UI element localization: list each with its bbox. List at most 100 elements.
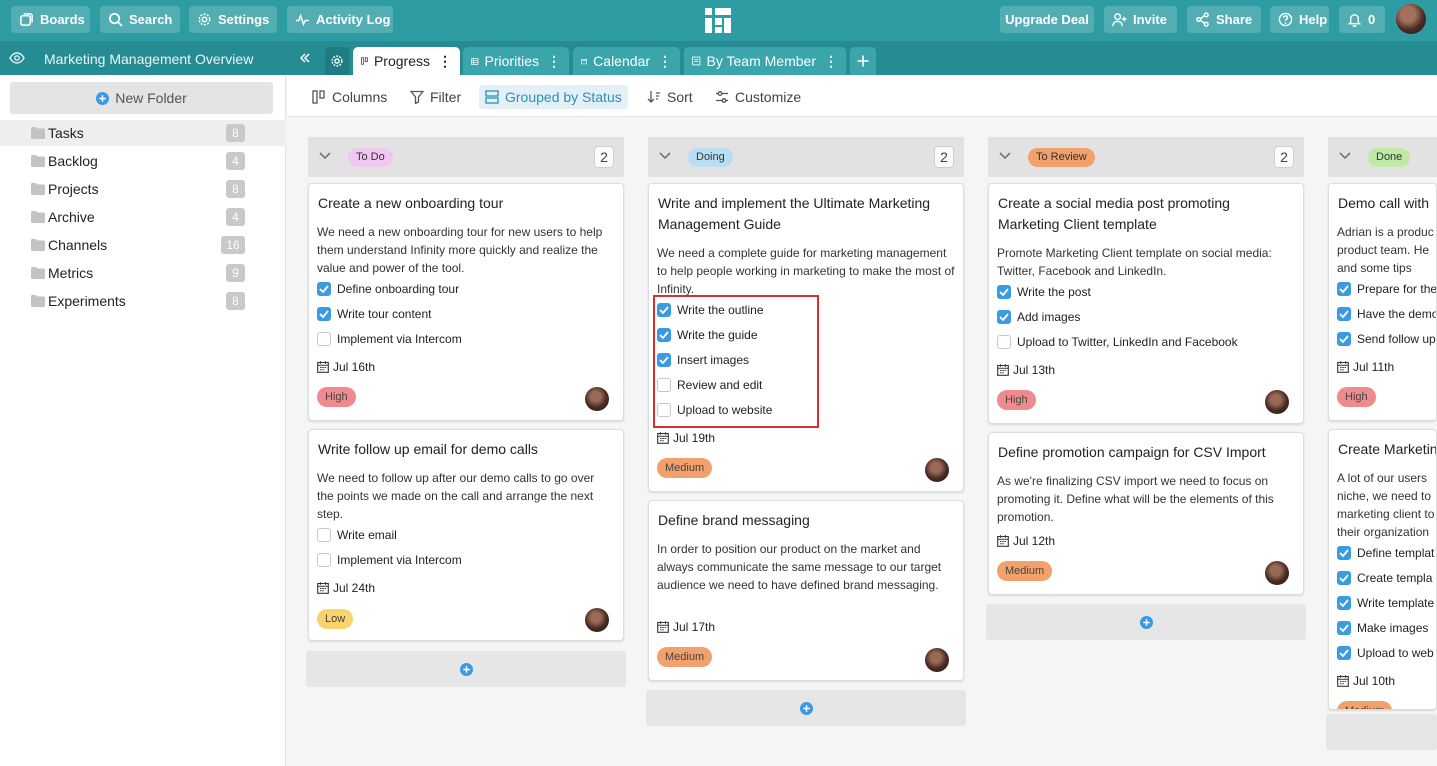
- add-card-button[interactable]: [646, 690, 966, 726]
- settings-button[interactable]: Settings: [189, 6, 277, 33]
- checklist-item[interactable]: Review and edit: [657, 375, 762, 395]
- task-card[interactable]: Create a social media post promoting Mar…: [988, 183, 1304, 424]
- priority-badge[interactable]: Medium: [657, 458, 713, 478]
- checkbox-checked[interactable]: [317, 282, 331, 296]
- sidebar-item-experiments[interactable]: Experiments 8: [0, 288, 286, 314]
- priority-badge[interactable]: Medium: [1337, 701, 1393, 709]
- checklist-item[interactable]: Write the outline: [657, 300, 764, 320]
- group-by-button[interactable]: Grouped by Status: [479, 85, 628, 109]
- view-settings-button[interactable]: [325, 47, 349, 75]
- checklist-item[interactable]: Implement via Intercom: [317, 550, 462, 570]
- assignee-avatar[interactable]: [1265, 390, 1289, 414]
- sort-button[interactable]: Sort: [641, 85, 699, 109]
- checkbox-checked[interactable]: [997, 310, 1011, 324]
- checklist-item[interactable]: Upload to web: [1337, 643, 1434, 663]
- task-card[interactable]: Demo call with Adrian is a produc produc…: [1328, 183, 1437, 421]
- customize-button[interactable]: Customize: [709, 85, 807, 109]
- sidebar-item-projects[interactable]: Projects 8: [0, 176, 286, 202]
- add-card-button[interactable]: [1326, 714, 1437, 750]
- checklist-item[interactable]: Implement via Intercom: [317, 329, 462, 349]
- share-button[interactable]: Share: [1187, 6, 1261, 33]
- priority-badge[interactable]: High: [997, 390, 1036, 410]
- boards-button[interactable]: Boards: [11, 6, 90, 33]
- checklist-item[interactable]: Have the demo: [1337, 304, 1436, 324]
- checklist-item[interactable]: Define onboarding tour: [317, 279, 459, 299]
- checkbox-unchecked[interactable]: [317, 528, 331, 542]
- task-card[interactable]: Define brand messaging In order to posit…: [648, 500, 964, 681]
- checklist-item[interactable]: Create templa: [1337, 568, 1432, 588]
- chevron-down-icon[interactable]: [999, 152, 1011, 160]
- tab-priorities[interactable]: Priorities ⋮: [463, 47, 569, 75]
- assignee-avatar[interactable]: [925, 458, 949, 482]
- task-card[interactable]: Create Marketin A lot of our users niche…: [1328, 429, 1437, 710]
- priority-badge[interactable]: Medium: [657, 647, 713, 667]
- checkbox-checked[interactable]: [657, 303, 671, 317]
- columns-button[interactable]: Columns: [306, 85, 393, 109]
- checkbox-checked[interactable]: [1337, 332, 1351, 346]
- user-avatar[interactable]: [1396, 4, 1426, 34]
- collapse-sidebar-icon[interactable]: [298, 51, 312, 65]
- sidebar-item-archive[interactable]: Archive 4: [0, 204, 286, 230]
- checklist-item[interactable]: Insert images: [657, 350, 749, 370]
- checklist-item[interactable]: Send follow up: [1337, 329, 1436, 349]
- checklist-item[interactable]: Write the post: [997, 282, 1091, 302]
- sidebar-item-tasks[interactable]: Tasks 8: [0, 120, 286, 146]
- checkbox-checked[interactable]: [1337, 282, 1351, 296]
- checkbox-checked[interactable]: [997, 285, 1011, 299]
- sidebar-item-backlog[interactable]: Backlog 4: [0, 148, 286, 174]
- priority-badge[interactable]: High: [317, 387, 356, 407]
- checkbox-checked[interactable]: [1337, 621, 1351, 635]
- assignee-avatar[interactable]: [585, 387, 609, 411]
- checkbox-unchecked[interactable]: [997, 335, 1011, 349]
- tab-by-team-member[interactable]: By Team Member ⋮: [684, 47, 846, 75]
- add-card-button[interactable]: [306, 651, 626, 687]
- checkbox-checked[interactable]: [1337, 546, 1351, 560]
- task-card[interactable]: Create a new onboarding tour We need a n…: [308, 183, 624, 421]
- assignee-avatar[interactable]: [1265, 561, 1289, 585]
- chevron-down-icon[interactable]: [659, 152, 671, 160]
- priority-badge[interactable]: Medium: [997, 561, 1053, 581]
- checkbox-unchecked[interactable]: [657, 403, 671, 417]
- checkbox-checked[interactable]: [1337, 571, 1351, 585]
- checkbox-checked[interactable]: [657, 328, 671, 342]
- eye-icon[interactable]: [9, 51, 25, 65]
- help-button[interactable]: Help: [1270, 6, 1329, 33]
- task-card[interactable]: Write and implement the Ultimate Marketi…: [648, 183, 964, 492]
- new-folder-button[interactable]: New Folder: [10, 82, 273, 114]
- filter-button[interactable]: Filter: [404, 85, 467, 109]
- chevron-down-icon[interactable]: [319, 152, 331, 160]
- checkbox-checked[interactable]: [1337, 596, 1351, 610]
- chevron-down-icon[interactable]: [1339, 152, 1351, 160]
- checkbox-checked[interactable]: [1337, 646, 1351, 660]
- checklist-item[interactable]: Write template: [1337, 593, 1434, 613]
- activity-log-button[interactable]: Activity Log: [287, 6, 393, 33]
- checklist-item[interactable]: Write tour content: [317, 304, 432, 324]
- checklist-item[interactable]: Upload to website: [657, 400, 772, 420]
- tab-menu-icon[interactable]: ⋮: [438, 53, 452, 70]
- tab-menu-icon[interactable]: ⋮: [658, 53, 672, 70]
- sidebar-item-channels[interactable]: Channels 16: [0, 232, 286, 258]
- checkbox-unchecked[interactable]: [317, 553, 331, 567]
- checklist-item[interactable]: Prepare for the: [1337, 279, 1436, 299]
- checklist-item[interactable]: Define templat: [1337, 543, 1434, 563]
- column-header-doing[interactable]: Doing 2: [648, 137, 964, 177]
- checkbox-checked[interactable]: [657, 353, 671, 367]
- checklist-item[interactable]: Upload to Twitter, LinkedIn and Facebook: [997, 332, 1238, 352]
- tab-progress[interactable]: Progress ⋮: [353, 47, 460, 75]
- tab-menu-icon[interactable]: ⋮: [824, 53, 838, 70]
- notifications-button[interactable]: 0: [1339, 6, 1385, 33]
- add-card-button[interactable]: [986, 604, 1306, 640]
- checklist-item[interactable]: Write the guide: [657, 325, 758, 345]
- checklist-item[interactable]: Make images: [1337, 618, 1428, 638]
- checkbox-checked[interactable]: [1337, 307, 1351, 321]
- column-header-done[interactable]: Done: [1328, 137, 1437, 177]
- priority-badge[interactable]: High: [1337, 387, 1376, 407]
- sidebar-item-metrics[interactable]: Metrics 9: [0, 260, 286, 286]
- checkbox-unchecked[interactable]: [317, 332, 331, 346]
- tab-calendar[interactable]: Calendar ⋮: [573, 47, 680, 75]
- task-card[interactable]: Write follow up email for demo calls We …: [308, 429, 624, 641]
- add-view-button[interactable]: [850, 47, 876, 75]
- tab-menu-icon[interactable]: ⋮: [547, 53, 561, 70]
- assignee-avatar[interactable]: [925, 648, 949, 672]
- task-card[interactable]: Define promotion campaign for CSV Import…: [988, 432, 1304, 595]
